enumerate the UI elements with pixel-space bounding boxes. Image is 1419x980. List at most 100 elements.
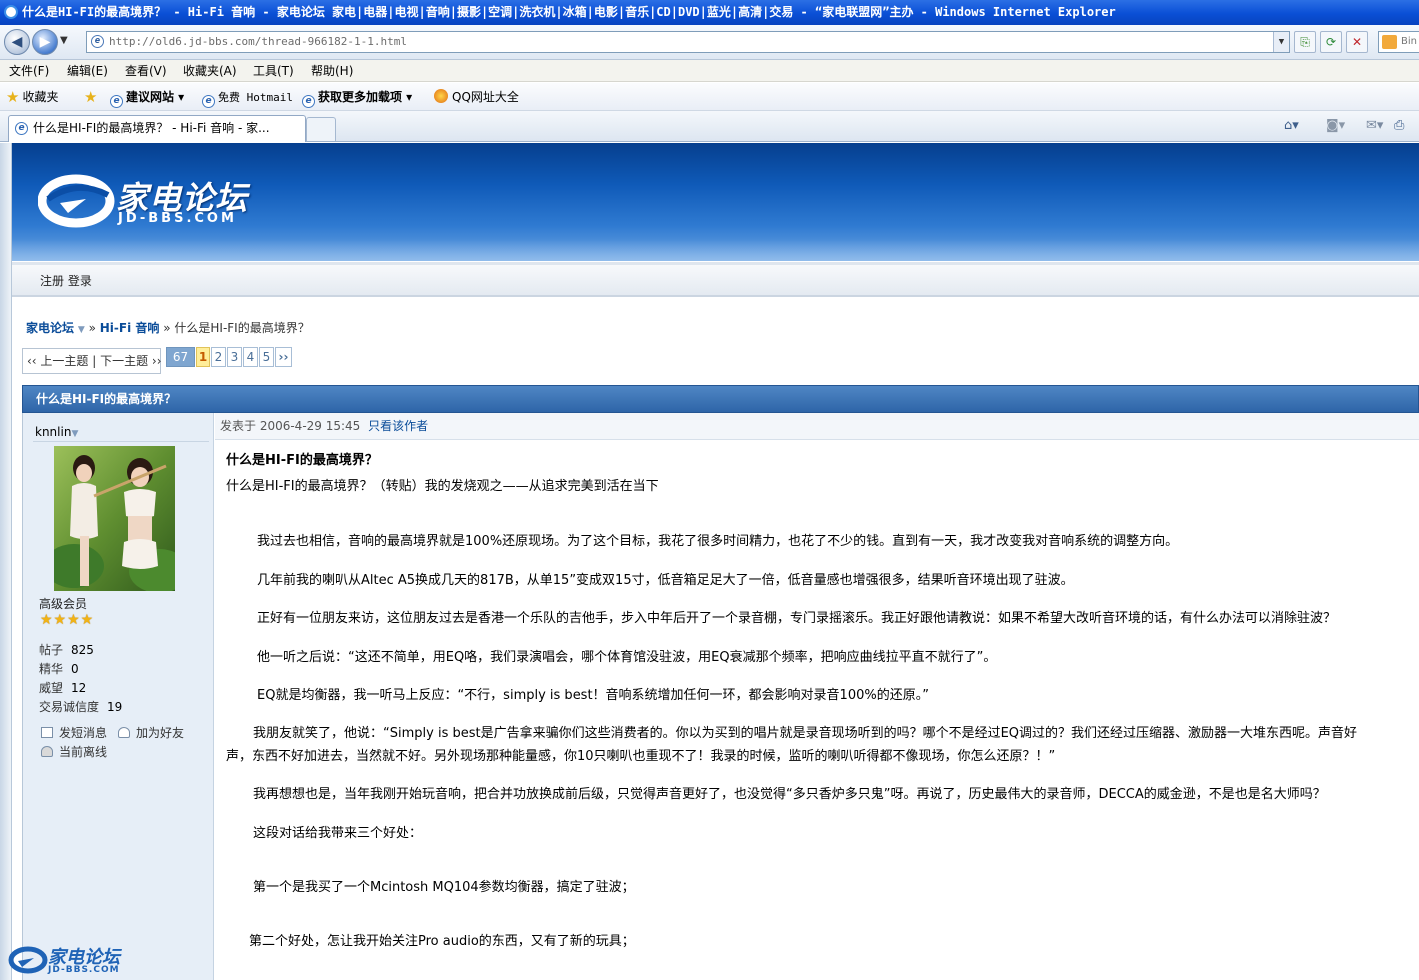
add-favorite-icon[interactable]: ★ [84,83,100,111]
avatar [54,446,175,591]
history-dropdown-icon[interactable]: ▼ [60,35,68,46]
online-status: 当前离线 [41,743,107,760]
post-paragraph: 声，东西不好加进去，当然就不好。另外现场那种能量感，你10只喇叭也重现不了！我录… [226,749,1056,764]
window-title-bar: 什么是HI-FI的最高境界？ - Hi-Fi 音响 - 家电论坛 家电|电器|电… [0,0,1419,25]
menu-favorites[interactable]: 收藏夹(A) [183,60,237,82]
watermark-logo: 家电论坛 JD-BBS.COM [8,943,128,979]
favorites-star-icon: ★ [6,88,20,106]
site-logo[interactable]: 家电论坛 JD-BBS.COM [37,169,278,233]
stat-digest: 精华 0 [39,662,79,676]
compat-view-icon[interactable]: ⎘ [1294,31,1316,53]
ie-logo-icon [4,5,18,19]
offline-user-icon [41,746,53,757]
site-banner: 家电论坛 JD-BBS.COM [12,143,1419,261]
address-toolbar: ◀ ▶ ▼ e http://old6.jd-bbs.com/thread-96… [0,25,1419,60]
fav-item-suggested-sites[interactable]: e 建议网站 ▾ [110,83,184,111]
stat-prestige: 威望 12 [39,681,87,695]
page-link[interactable]: 4 [243,347,258,367]
menu-file[interactable]: 文件(F) [9,60,49,82]
qq-icon [434,89,448,103]
ie-page-icon: e [302,95,315,108]
chevron-down-icon[interactable]: ▼ [78,325,85,335]
stat-posts: 帖子 825 [39,643,94,657]
new-tab-button[interactable] [306,117,336,141]
post-paragraph: 第一个是我买了一个Mcintosh MQ104参数均衡器，搞定了驻波； [253,880,635,895]
post-paragraph: EQ就是均衡器，我一听马上反应：“不行，simply is best！音响系统增… [257,688,929,703]
page-icon: e [91,35,104,48]
only-author-link[interactable]: 只看该作者 [368,419,428,433]
author-rank: 高级会员 [39,597,88,611]
breadcrumb-current: 什么是HI-FI的最高境界？ [174,321,310,335]
post-subtitle: 什么是HI-FI的最高境界？（转贴）我的发烧观之——从追求完美到活在当下 [226,479,659,494]
post-time: 发表于 2006-4-29 15:45 [220,419,361,433]
author-name[interactable]: knnlin▼ [35,425,78,439]
window-title: 什么是HI-FI的最高境界？ - Hi-Fi 音响 - 家电论坛 家电|电器|电… [22,5,1116,19]
favorites-button[interactable]: ★ 收藏夹 [6,83,58,111]
page-link[interactable]: 2 [211,347,226,367]
menu-tools[interactable]: 工具(T) [253,60,294,82]
page-next-button[interactable]: ›› [275,347,292,367]
menu-view[interactable]: 查看(V) [125,60,167,82]
post-content: 发表于 2006-4-29 15:45 只看该作者 什么是HI-FI的最高境界？… [215,413,1419,980]
post-meta: 发表于 2006-4-29 15:45 只看该作者 [215,413,1419,440]
breadcrumb-forum[interactable]: Hi-Fi 音响 [100,321,160,335]
add-friend-icon [118,727,130,738]
page-link-current[interactable]: 1 [196,347,210,367]
breadcrumb-home[interactable]: 家电论坛 [26,321,74,335]
page-link[interactable]: 3 [227,347,242,367]
post-header-title: 什么是HI-FI的最高境界？ [36,392,177,406]
back-button[interactable]: ◀ [4,29,30,55]
address-field[interactable]: e http://old6.jd-bbs.com/thread-966182-1… [86,31,1290,53]
post-paragraph: 我再想想也是，当年我刚开始玩音响，把合并功放换成前后级，只觉得声音更好了，也没觉… [253,787,1326,802]
feeds-icon[interactable]: ◙▾ [1326,118,1345,133]
post-paragraph: 我朋友就笑了，他说：“Simply is best是广告拿来骗你们这些消费者的。… [253,726,1358,741]
refresh-icon[interactable]: ⟳ [1320,31,1342,53]
post: knnlin▼ 高级会员 ★★★★ 帖子 825 精华 0 威望 12 交易诚信… [22,413,1419,980]
page-link[interactable]: 5 [259,347,274,367]
search-input[interactable]: Bin [1378,31,1419,53]
menu-bar: 文件(F) 编辑(E) 查看(V) 收藏夹(A) 工具(T) 帮助(H) [0,60,1419,82]
post-paragraph: 我过去也相信，音响的最高境界就是100%还原现场。为了这个目标，我花了很多时间精… [257,534,1179,549]
browser-window: 什么是HI-FI的最高境界？ - Hi-Fi 音响 - 家电论坛 家电|电器|电… [0,0,1419,980]
logo-subtext: JD-BBS.COM [118,211,237,226]
stop-icon[interactable]: ✕ [1346,31,1368,53]
watermark-swirl-icon [8,946,48,974]
avatar-image [54,446,175,591]
post-title: 什么是HI-FI的最高境界？ [226,453,378,468]
mail-icon[interactable]: ✉▾ [1366,118,1383,133]
home-icon[interactable]: ⌂▾ [1284,118,1299,133]
url-text: http://old6.jd-bbs.com/thread-966182-1-1… [109,35,408,48]
ie-page-icon: e [15,122,28,135]
tab-bar: e 什么是HI-FI的最高境界？ - Hi-Fi 音响 - 家... ⌂▾ ◙▾… [0,111,1419,142]
prev-next-topic-links[interactable]: ‹‹ 上一主题 | 下一主题 ›› [22,348,162,374]
register-login-links[interactable]: 注册 登录 [40,274,92,288]
post-paragraph: 正好有一位朋友来访，这位朋友过去是香港一个乐队的吉他手，步入中年后开了一个录音棚… [257,611,1337,626]
bing-icon [1382,35,1397,49]
chevron-down-icon: ▼ [71,429,79,439]
address-dropdown-icon[interactable]: ▼ [1273,32,1289,52]
fav-item-hotmail[interactable]: e 免费 Hotmail [202,83,293,112]
post-paragraph: 他一听之后说：“这还不简单，用EQ咯，我们录演唱会，哪个体育馆没驻波，用EQ衰减… [257,650,997,665]
menu-edit[interactable]: 编辑(E) [67,60,108,82]
author-sidebar: knnlin▼ 高级会员 ★★★★ 帖子 825 精华 0 威望 12 交易诚信… [23,413,214,980]
menu-help[interactable]: 帮助(H) [311,60,353,82]
fav-item-qq[interactable]: QQ网址大全 [434,83,519,111]
login-bar: 注册 登录 [12,262,1419,297]
ie-page-icon: e [110,95,123,108]
stat-trade-credit: 交易诚信度 19 [39,700,123,714]
post-paragraph: 这段对话给我带来三个好处： [253,826,423,841]
message-icon [41,727,53,738]
add-friend-button[interactable]: 加为好友 [118,724,184,741]
page-total: 67 [166,347,195,367]
post-header: 什么是HI-FI的最高境界？ [22,385,1419,413]
fav-item-addons[interactable]: e 获取更多加载项 ▾ [302,83,412,111]
forward-button[interactable]: ▶ [32,29,58,55]
favorites-bar: ★ 收藏夹 ★ e 建议网站 ▾ e 免费 Hotmail e 获取更多加载项 ▾ QQ… [0,83,1419,111]
logo-swirl-icon [37,174,115,228]
post-paragraph: 几年前我的喇叭从Altec A5换成几天的817B，从单15”变成双15寸，低音… [257,573,1074,588]
send-pm-button[interactable]: 发短消息 [41,724,107,741]
tab-current[interactable]: e 什么是HI-FI的最高境界？ - Hi-Fi 音响 - 家... [8,115,306,142]
post-paragraph: 第二个好处，怎让我开始关注Pro audio的东西，又有了新的玩具； [249,934,635,949]
print-icon[interactable]: ⎙ [1394,118,1404,133]
breadcrumb: 家电论坛 ▼ » Hi-Fi 音响 » 什么是HI-FI的最高境界？ [26,321,310,335]
